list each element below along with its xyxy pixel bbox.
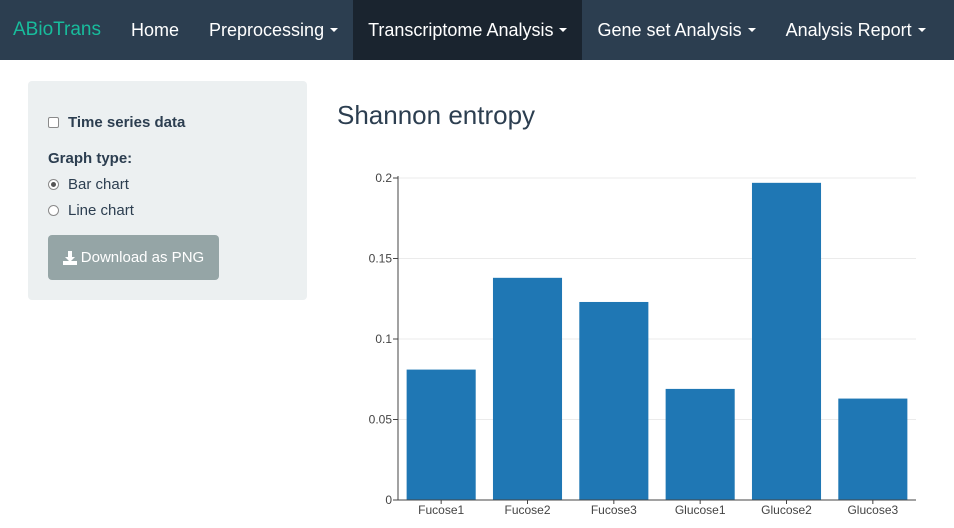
shannon-entropy-bar-chart: 0 0.05 0.1 0.15 0.2 Fucose1 Fucose2 Fucose3 Gluc… (369, 171, 916, 517)
y-tick-label: 0.05 (369, 413, 393, 427)
bar-fucose3[interactable] (579, 301, 649, 500)
x-tick-label: Glucose3 (847, 503, 898, 517)
y-tick-label: 0.1 (375, 332, 392, 346)
x-tick-label: Glucose1 (675, 503, 726, 517)
y-tick-label: 0.2 (375, 171, 392, 185)
x-tick-label: Fucose3 (591, 503, 637, 517)
x-tick-label: Glucose2 (761, 503, 812, 517)
bar-glucose3[interactable] (838, 398, 908, 500)
bar-glucose2[interactable] (751, 182, 822, 500)
bar-layer (406, 182, 908, 500)
bar-fucose1[interactable] (406, 369, 476, 500)
y-tick-label: 0 (385, 493, 392, 507)
x-tick-label: Fucose2 (504, 503, 550, 517)
x-tick-label: Fucose1 (418, 503, 464, 517)
bar-glucose1[interactable] (665, 388, 735, 500)
y-tick-label: 0.15 (369, 252, 393, 266)
bar-fucose2[interactable] (492, 277, 563, 500)
